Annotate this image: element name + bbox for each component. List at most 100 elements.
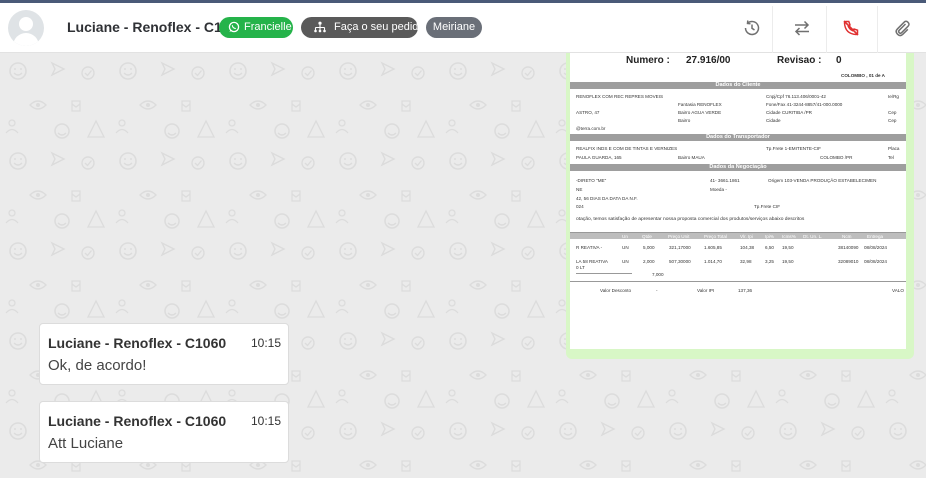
message-text: Ok, de acordo! <box>48 357 147 374</box>
doc-cell: 507,30000 <box>669 259 691 264</box>
doc-cell: 19,50 <box>782 245 794 250</box>
doc-cell: 2,000 <box>643 259 655 264</box>
doc-line: 41- 3661.1861 <box>710 178 740 183</box>
end-call-icon <box>843 20 859 36</box>
doc-numero-label: Numero : <box>626 55 670 66</box>
doc-table-line <box>570 281 906 282</box>
doc-cell: 0 LT <box>576 265 585 270</box>
avatar-body-shape <box>13 33 39 46</box>
doc-cell: 6,50 <box>765 245 774 250</box>
doc-line: NE <box>576 187 583 192</box>
doc-th: Vlr. Ipi <box>740 234 753 239</box>
doc-line: Tp.Frete CIF <box>754 204 781 209</box>
doc-line: REALFIX INDS E COM DE TINTAS E VERNIZES <box>576 146 678 151</box>
tag-meiriane[interactable]: Meiriane <box>426 17 482 38</box>
doc-table-header <box>570 233 906 239</box>
doc-line: Fantasia RENOFLEX <box>678 102 722 107</box>
doc-th: Dt. Un. L. <box>803 234 823 239</box>
tag-francielle[interactable]: Francielle <box>219 17 293 38</box>
doc-line: Fone/Fax 41-3244-8857/41-000.0000 <box>766 102 843 107</box>
doc-line: Tel <box>888 155 894 160</box>
doc-cell: UN <box>622 259 629 264</box>
doc-ipi-value: 137,36 <box>738 288 753 293</box>
transfer-button[interactable] <box>792 18 812 38</box>
whatsapp-icon <box>228 21 240 33</box>
doc-cell: 1.014,70 <box>704 259 722 264</box>
doc-th: Ncm <box>842 234 852 239</box>
doc-cell: 32,98 <box>740 259 752 264</box>
doc-revisao-label: Revisao : <box>777 55 822 66</box>
doc-th: Ipi% <box>765 234 774 239</box>
doc-section-transportador: Dados do Transportador <box>570 134 906 141</box>
message-time: 10:15 <box>251 414 282 428</box>
doc-place-date: COLOMBO , 01 de A <box>841 73 885 78</box>
doc-line: Cidade CURITIBA /PR <box>766 110 812 115</box>
header-divider <box>826 6 827 53</box>
doc-line: @terra.com.br <box>576 126 606 131</box>
doc-line: ASTRO, 47 <box>576 110 600 115</box>
doc-cell: 08/08/2024 <box>864 245 887 250</box>
document-image[interactable]: Numero : 27.916/00 Revisao : 0 COLOMBO ,… <box>570 53 906 349</box>
doc-section-negociacao: Dados da Negociação <box>570 164 906 171</box>
doc-th: Preço Unit <box>668 234 690 239</box>
doc-cell: 5,000 <box>643 245 655 250</box>
doc-revisao-value: 0 <box>836 55 842 66</box>
doc-line: Cep <box>888 110 897 115</box>
message-bubble[interactable]: Luciane - Renoflex - C1060 10:15 Att Luc… <box>39 401 289 463</box>
doc-desconto-label: Valor Desconto <box>600 288 632 293</box>
flow-icon <box>314 21 326 33</box>
document-image-message[interactable]: Numero : 27.916/00 Revisao : 0 COLOMBO ,… <box>566 53 914 359</box>
doc-cell: 38140090 <box>838 245 859 250</box>
doc-cell: 321,17000 <box>669 245 691 250</box>
avatar[interactable] <box>8 10 44 46</box>
tag-faca-o-seu-pedido[interactable]: Faça o seu pedido <box>301 17 425 38</box>
doc-line: Placa <box>888 146 900 151</box>
message-sender: Luciane - Renoflex - C1060 <box>48 335 227 351</box>
message-sender: Luciane - Renoflex - C1060 <box>48 413 227 429</box>
doc-ipi-label: Valor IPI <box>697 288 715 293</box>
doc-line: Tp.Frete 1-EMITENTE-CIF <box>766 146 821 151</box>
tag-label: Meiriane <box>432 21 476 33</box>
end-call-button[interactable] <box>841 18 861 38</box>
attach-button[interactable] <box>892 18 912 38</box>
tag-label: Francielle <box>244 21 292 33</box>
doc-cell: 3,25 <box>765 259 774 264</box>
doc-th: Entrega <box>867 234 884 239</box>
message-text: Att Luciane <box>48 435 124 452</box>
doc-line: 42, 56 DIAS DA DATA DA N.F. <box>576 196 638 201</box>
doc-line: Moeda - <box>710 187 727 192</box>
doc-cell: 32089010 <box>838 259 859 264</box>
doc-numero-value: 27.916/00 <box>686 55 731 66</box>
doc-table-line <box>576 273 632 274</box>
message-bubble[interactable]: Luciane - Renoflex - C1060 10:15 Ok, de … <box>39 323 289 385</box>
doc-th: Preço Total <box>704 234 727 239</box>
doc-cell: 1.605,85 <box>704 245 722 250</box>
doc-cell: 19,50 <box>782 259 794 264</box>
doc-th: Un <box>622 234 628 239</box>
doc-cell: LA 58 REATIVA <box>576 259 609 264</box>
doc-line: PAULA GUARDA, 165 <box>576 155 622 160</box>
doc-line: 024 <box>576 204 584 209</box>
doc-line: Bairro <box>678 118 691 123</box>
doc-line: otação, temos satisfação de apresentar n… <box>576 217 805 222</box>
doc-desconto-value: - <box>656 288 658 293</box>
attach-icon <box>895 20 910 37</box>
message-time: 10:15 <box>251 336 282 350</box>
doc-valor: VALO <box>892 288 904 293</box>
header-divider <box>877 6 878 53</box>
doc-th: Icms% <box>782 234 796 239</box>
tag-label: Faça o seu pedido <box>334 21 425 33</box>
chat-header: Luciane - Renoflex - C1060 Francielle Fa… <box>0 3 926 53</box>
doc-cell: 104,38 <box>740 245 755 250</box>
doc-line: COLOMBO /PR <box>820 155 853 160</box>
doc-cell: R REATIVA - <box>576 245 603 250</box>
doc-line: Origem 103-VENDA PRODUÇÃO ESTABELECIMEN <box>768 178 877 183</box>
doc-line: -DIRETO "ME" <box>576 178 607 183</box>
doc-line: Bairro MAUA <box>678 155 705 160</box>
history-button[interactable] <box>742 18 762 38</box>
doc-cell: 08/08/2024 <box>864 259 887 264</box>
doc-line: Ie/Rg <box>888 94 899 99</box>
doc-line: Cep <box>888 118 897 123</box>
doc-total-qty: 7,000 <box>652 272 664 277</box>
doc-cell: UN <box>622 245 629 250</box>
